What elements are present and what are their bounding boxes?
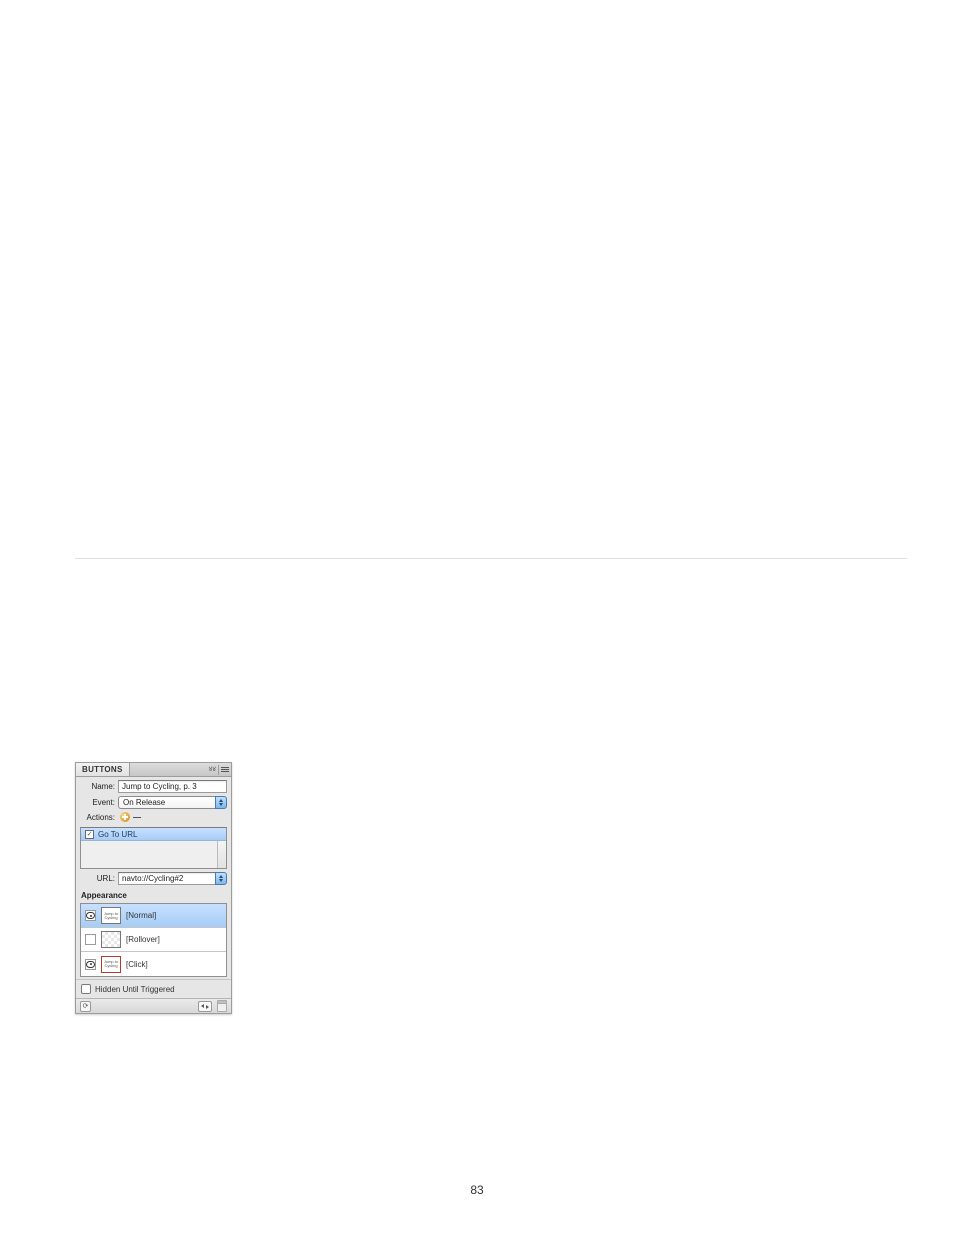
panel-header-controls: ४४: [209, 763, 231, 776]
url-field-wrap: navto://Cycling#2: [118, 872, 227, 885]
label-url: URL:: [80, 874, 118, 883]
visibility-toggle-icon[interactable]: [85, 910, 96, 921]
page-number: 83: [0, 1183, 954, 1197]
label-event: Event:: [80, 798, 118, 807]
hidden-until-triggered-row: Hidden Until Triggered: [76, 979, 231, 998]
panel-menu-icon[interactable]: [221, 766, 229, 774]
url-input[interactable]: navto://Cycling#2: [118, 872, 215, 885]
header-divider: [218, 765, 219, 775]
label-actions: Actions:: [80, 813, 118, 822]
action-item-label: Go To URL: [98, 830, 137, 839]
row-url: URL: navto://Cycling#2: [76, 872, 231, 889]
appearance-heading: Appearance: [76, 889, 231, 903]
row-name: Name: Jump to Cycling, p. 3: [80, 780, 227, 793]
panel-header-spacer: [130, 763, 209, 776]
hidden-until-triggered-label: Hidden Until Triggered: [95, 985, 175, 994]
event-select-value: On Release: [118, 796, 215, 809]
hidden-until-triggered-checkbox[interactable]: [81, 984, 91, 994]
panel-tab-buttons[interactable]: BUTTONS: [76, 763, 130, 776]
url-stepper-icon[interactable]: [215, 872, 227, 885]
name-input[interactable]: Jump to Cycling, p. 3: [118, 780, 227, 793]
state-label: [Rollover]: [126, 935, 160, 944]
action-item-go-to-url[interactable]: ✓ Go To URL: [81, 828, 226, 841]
actions-list: ✓ Go To URL: [80, 827, 227, 869]
state-thumb-rollover: [101, 931, 121, 948]
state-thumb-click: Jump to Cycling: [101, 956, 121, 973]
panel-footer: ⟳: [76, 998, 231, 1013]
state-row-normal[interactable]: Jump to Cycling [Normal]: [81, 904, 226, 928]
panel-header: BUTTONS ४४: [76, 763, 231, 777]
trash-icon[interactable]: [217, 1001, 227, 1012]
action-enabled-checkbox[interactable]: ✓: [85, 830, 94, 839]
visibility-toggle-icon[interactable]: [85, 934, 96, 945]
state-thumb-normal: Jump to Cycling: [101, 907, 121, 924]
buttons-panel: BUTTONS ४४ Name: Jump to Cycling, p. 3 E…: [75, 762, 232, 1014]
state-row-rollover[interactable]: [Rollover]: [81, 928, 226, 952]
horizontal-rule: [75, 558, 907, 559]
label-name: Name:: [80, 782, 118, 791]
visibility-toggle-icon[interactable]: [85, 959, 96, 970]
preview-spread-icon[interactable]: ⟳: [80, 1001, 91, 1012]
row-event: Event: On Release: [80, 796, 227, 809]
add-action-icon[interactable]: [120, 812, 130, 822]
state-label: [Click]: [126, 960, 148, 969]
actions-scrollbar[interactable]: [217, 841, 226, 868]
states-list: Jump to Cycling [Normal] [Rollover] Jump…: [80, 903, 227, 977]
state-row-click[interactable]: Jump to Cycling [Click]: [81, 952, 226, 976]
row-actions: Actions:: [80, 812, 227, 822]
event-select[interactable]: On Release: [118, 796, 227, 809]
state-label: [Normal]: [126, 911, 156, 920]
actions-empty-area: [81, 841, 226, 868]
collapse-icon[interactable]: ४४: [209, 765, 216, 774]
convert-object-icon[interactable]: [198, 1001, 212, 1012]
event-select-stepper-icon[interactable]: [215, 796, 227, 809]
remove-action-icon[interactable]: [133, 817, 141, 818]
form-area: Name: Jump to Cycling, p. 3 Event: On Re…: [76, 777, 231, 827]
